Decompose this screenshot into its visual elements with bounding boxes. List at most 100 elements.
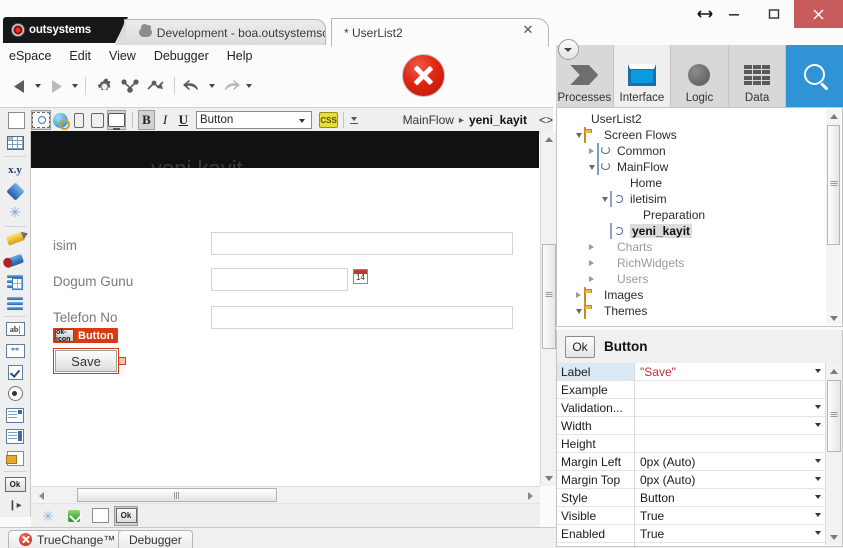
tree-expander-icon[interactable] — [573, 127, 584, 143]
undo-dropdown-icon[interactable] — [206, 73, 217, 99]
property-row[interactable]: Enabled True — [557, 525, 827, 543]
tree-item[interactable]: RichWidgets — [560, 255, 827, 271]
tree-expander-icon[interactable] — [586, 143, 597, 159]
breadcrumb-root[interactable]: MainFlow — [403, 113, 454, 127]
field-input-telefon-no[interactable] — [211, 306, 513, 329]
diamond-widget-icon[interactable] — [3, 181, 27, 201]
italic-button[interactable]: I — [156, 110, 173, 130]
scroll-up-icon[interactable] — [541, 131, 557, 147]
menu-item-espace[interactable]: eSpace — [0, 47, 60, 65]
tree-expander-icon[interactable] — [586, 239, 597, 255]
scroll-down-icon[interactable] — [541, 470, 557, 486]
property-value[interactable] — [635, 417, 827, 434]
tree-item[interactable]: Images — [560, 287, 827, 303]
chevron-down-icon[interactable] — [815, 423, 821, 427]
scrollbar-thumb[interactable] — [542, 244, 556, 349]
property-row[interactable]: Validation... — [557, 399, 827, 417]
menu-item-debugger[interactable]: Debugger — [145, 47, 218, 65]
redo-dropdown-icon[interactable] — [243, 73, 254, 99]
property-row[interactable]: Is DefaultY — [557, 543, 827, 546]
canvas-horizontal-scrollbar[interactable] — [31, 486, 540, 504]
menu-item-help[interactable]: Help — [218, 47, 262, 65]
tab-debugger[interactable]: Debugger — [118, 530, 193, 548]
checkbox-widget-icon[interactable] — [3, 362, 27, 382]
desktop-device-icon[interactable] — [106, 110, 126, 130]
scrollbar-thumb[interactable] — [827, 125, 840, 245]
scroll-left-icon[interactable] — [33, 487, 49, 504]
tree-item[interactable]: iletisim — [560, 191, 827, 207]
property-value[interactable]: 0px (Auto) — [635, 453, 827, 470]
property-value[interactable] — [635, 435, 827, 452]
snowflake-widget-icon[interactable]: ✳ — [3, 202, 27, 222]
tree-expander-icon[interactable] — [573, 287, 584, 303]
close-icon[interactable]: ✕ — [522, 23, 534, 36]
property-row[interactable]: Height — [557, 435, 827, 453]
combo-widget-icon[interactable] — [3, 405, 27, 425]
table-widget-icon[interactable] — [3, 133, 27, 153]
chevron-down-icon[interactable] — [815, 495, 821, 499]
brand-tab[interactable]: outsystems — [3, 17, 128, 43]
tree-expander-icon[interactable] — [586, 271, 597, 287]
bold-button[interactable]: B — [137, 110, 156, 130]
tree-expander-icon[interactable] — [573, 303, 584, 319]
scroll-right-icon[interactable] — [522, 487, 538, 504]
tree-expander-icon[interactable] — [586, 159, 597, 175]
tree-item[interactable]: yeni_kayit — [560, 223, 827, 239]
forward-icon[interactable] — [43, 73, 69, 99]
property-row[interactable]: Margin Top 0px (Auto) — [557, 471, 827, 489]
chevron-down-icon[interactable] — [815, 369, 821, 373]
chart-xy-widget-icon[interactable]: x.y — [3, 159, 27, 179]
expand-toolbar-icon[interactable] — [349, 117, 359, 124]
property-value[interactable] — [635, 399, 827, 416]
properties-vertical-scrollbar[interactable] — [825, 363, 842, 545]
tree-expander-icon[interactable] — [599, 223, 610, 239]
tab-truechange[interactable]: TrueChange™ — [8, 530, 127, 548]
property-row[interactable]: Visible True — [557, 507, 827, 525]
property-row[interactable]: Label "Save" — [557, 363, 827, 381]
password-input-widget-icon[interactable]: ** — [3, 341, 27, 361]
white-box-icon[interactable] — [88, 506, 112, 526]
save-button[interactable]: Save — [55, 350, 117, 372]
property-value[interactable]: "Save" — [635, 363, 827, 380]
property-row[interactable]: Example — [557, 381, 827, 399]
highlight-widget-icon[interactable] — [3, 229, 27, 249]
back-dropdown-icon[interactable] — [32, 73, 43, 99]
property-value[interactable]: True — [635, 507, 827, 524]
properties-grid[interactable]: Label "Save" Example Validation... Width Heig… — [556, 363, 843, 547]
paint-widget-icon[interactable] — [3, 250, 27, 270]
menu-item-view[interactable]: View — [100, 47, 145, 65]
tab-development[interactable]: Development - boa.outsystemscl... — [115, 19, 326, 45]
tree-item[interactable]: MainFlow — [560, 159, 827, 175]
ok-icon[interactable]: Ok — [114, 505, 138, 526]
tree-item[interactable]: Charts — [560, 239, 827, 255]
tree-item[interactable]: Themes — [560, 303, 827, 319]
text-input-widget-icon[interactable]: ab| — [3, 319, 27, 339]
calendar-icon[interactable]: 14 — [353, 269, 368, 284]
css-button[interactable]: CSS — [319, 112, 338, 128]
chevron-down-icon[interactable] — [815, 405, 821, 409]
tree-expander-icon[interactable] — [612, 207, 623, 223]
scroll-down-icon[interactable] — [826, 311, 841, 325]
tab-userlist2[interactable]: * UserList2 ✕ — [331, 18, 549, 47]
publish-icon[interactable] — [117, 73, 143, 99]
radio-widget-icon[interactable] — [3, 384, 27, 404]
element-tree-panel[interactable]: UserList2 Screen Flows Common MainFlow Home i… — [556, 107, 843, 327]
preview-mode-icon[interactable] — [30, 110, 51, 130]
tree-expander-icon[interactable] — [560, 111, 571, 127]
code-view-toggle[interactable]: <> — [539, 113, 553, 127]
tree-item[interactable]: UserList2 — [560, 111, 827, 127]
style-dropdown[interactable]: Button — [195, 111, 313, 129]
gear-icon[interactable] — [91, 73, 117, 99]
tree-item[interactable]: Home — [560, 175, 827, 191]
button-widget-icon[interactable]: Ok — [3, 474, 27, 494]
list-widget-icon[interactable] — [3, 426, 27, 446]
chevron-down-icon[interactable] — [815, 513, 821, 517]
resize-handle[interactable] — [118, 357, 126, 365]
phone-device-icon[interactable] — [70, 110, 87, 130]
tree-expander-icon[interactable] — [599, 175, 610, 191]
field-input-isim[interactable] — [211, 232, 513, 255]
chevron-down-icon[interactable] — [815, 531, 821, 535]
refresh-icon[interactable] — [62, 506, 86, 526]
container-widget-icon[interactable] — [3, 448, 27, 468]
ribbon-item-interface[interactable]: Interface — [613, 45, 672, 107]
